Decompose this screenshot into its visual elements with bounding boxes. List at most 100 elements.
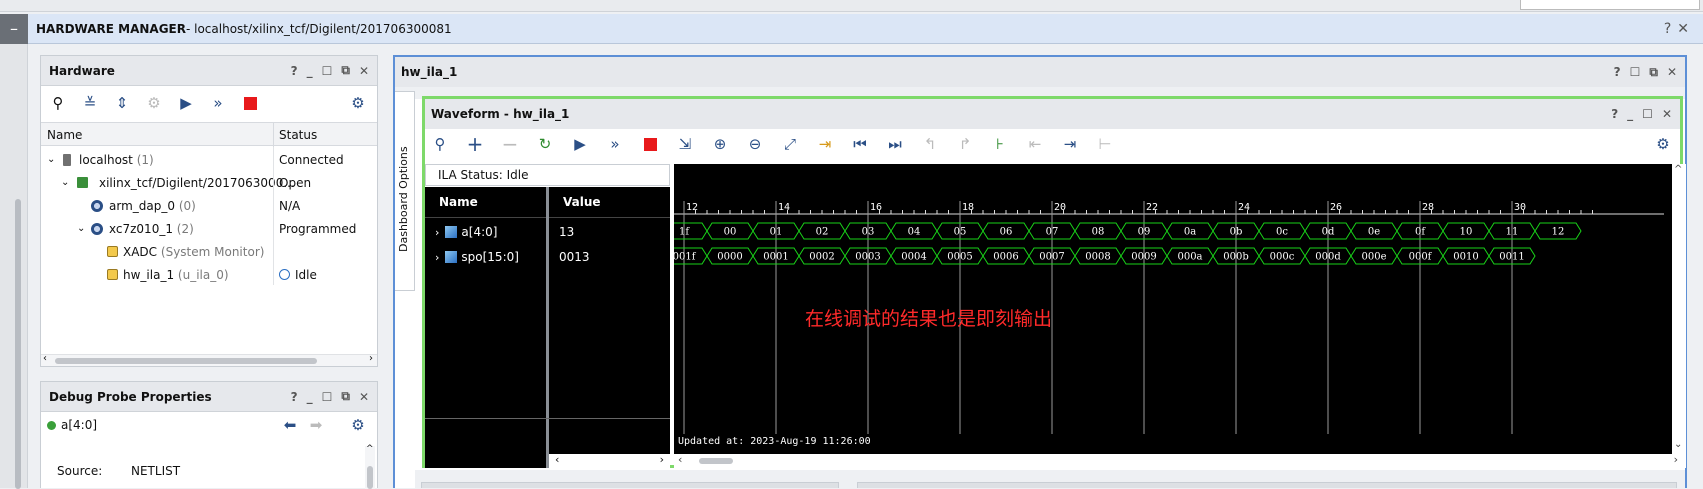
debug-vscrollbar[interactable]: ^ <box>365 444 375 489</box>
search-icon[interactable]: ⚲ <box>47 92 69 114</box>
scroll-thumb[interactable] <box>367 466 373 489</box>
chevron-down-icon[interactable]: ⌄ <box>77 223 85 234</box>
scroll-left-icon[interactable]: ‹ <box>43 353 47 364</box>
maximize-icon[interactable]: ☐ <box>1630 65 1641 79</box>
close-icon[interactable]: ✕ <box>359 64 369 78</box>
bus-a-value-label: 10 <box>1460 227 1473 238</box>
export-icon[interactable]: ⇲ <box>674 133 696 155</box>
tree-row-arm-dap[interactable]: arm_dap_0 (0) N/A <box>41 193 377 218</box>
go-to-start-icon[interactable]: ⏮ <box>849 133 871 155</box>
idle-status-icon <box>279 269 290 280</box>
scroll-thumb[interactable] <box>55 358 317 364</box>
minimize-icon[interactable]: _ <box>1627 107 1633 121</box>
tree-row-localhost[interactable]: ⌄ localhost (1) Connected <box>41 147 377 172</box>
zoom-fit-icon[interactable]: ⤢ <box>779 133 801 155</box>
search-box-remnant[interactable] <box>1520 0 1700 10</box>
bus-icon <box>445 226 458 238</box>
signal-row-a[interactable]: › a[4:0] <box>425 220 546 244</box>
chevron-down-icon[interactable]: ⌄ <box>61 177 69 188</box>
left-scrollbar-thumb[interactable] <box>15 199 21 489</box>
run-immediate-icon[interactable]: » <box>604 133 626 155</box>
col-name[interactable]: Name <box>47 128 82 142</box>
back-arrow-icon[interactable]: ⬅ <box>279 414 301 436</box>
bus-spo-value-label: 000f <box>1409 252 1433 263</box>
chevron-down-icon[interactable]: ⌄ <box>47 154 55 165</box>
scroll-left-icon[interactable]: ‹ <box>678 453 682 466</box>
close-icon[interactable]: ✕ <box>1677 21 1689 37</box>
expand-all-icon[interactable]: ⇕ <box>111 92 133 114</box>
settings-gear-icon[interactable]: ⚙ <box>1652 133 1674 155</box>
ila-tab-title[interactable]: hw_ila_1 <box>401 65 457 79</box>
waveform-toolbar: ⚲ + − ↻ ▶ » ⇲ ⊕ ⊖ ⤢ ⇥ ⏮ ⏭ ↰ ↱ ⊦ ⇤ ⇥ ⊢ <box>429 133 1116 155</box>
col-status[interactable]: Status <box>279 128 317 142</box>
minimize-icon[interactable]: _ <box>307 390 313 404</box>
run-trigger-icon[interactable]: ▶ <box>569 133 591 155</box>
zoom-out-icon[interactable]: ⊖ <box>744 133 766 155</box>
help-icon[interactable]: ? <box>1614 65 1621 79</box>
bottom-tab-left[interactable] <box>421 482 839 488</box>
help-icon[interactable]: ? <box>291 390 298 404</box>
scroll-right-icon[interactable]: › <box>660 453 664 466</box>
search-icon[interactable]: ⚲ <box>429 133 451 155</box>
settings-gear-icon[interactable]: ⚙ <box>347 414 369 436</box>
bus-spo-value-label: 0005 <box>947 252 972 263</box>
minimize-icon[interactable]: _ <box>307 64 313 78</box>
maximize-icon[interactable]: ☐ <box>322 390 333 404</box>
float-icon[interactable]: ⧉ <box>341 389 350 404</box>
dashboard-options-tab[interactable]: Dashboard Options <box>395 91 415 291</box>
scroll-down-icon[interactable]: ⌄ <box>1674 439 1682 450</box>
close-icon[interactable]: ✕ <box>1667 65 1677 79</box>
chevron-right-icon[interactable]: › <box>435 251 439 264</box>
tree-row-device[interactable]: ⌄ xc7z010_1 (2) Programmed <box>41 216 377 241</box>
scroll-left-icon[interactable]: ‹ <box>555 453 559 466</box>
maximize-icon[interactable]: ☐ <box>322 64 333 78</box>
chevron-right-icon[interactable]: › <box>435 226 439 239</box>
bus-a-value-label: 0d <box>1322 227 1335 238</box>
go-to-cursor-icon[interactable]: ⇥ <box>814 133 836 155</box>
signal-row-spo[interactable]: › spo[15:0] <box>425 245 546 269</box>
help-icon[interactable]: ? <box>291 64 298 78</box>
value-column-header[interactable]: Value <box>549 187 670 218</box>
refresh-icon[interactable]: ↻ <box>534 133 556 155</box>
bus-spo-value-label: 0003 <box>855 252 880 263</box>
name-column-header[interactable]: Name <box>425 187 546 218</box>
tree-row-ila[interactable]: hw_ila_1 (u_ila_0) Idle <box>41 262 377 287</box>
go-to-end-icon[interactable]: ⏭ <box>884 133 906 155</box>
next-marker-icon[interactable]: ⇥ <box>1059 133 1081 155</box>
maximize-icon[interactable]: ☐ <box>1642 107 1653 121</box>
waveform-vscrollbar[interactable]: ^ ⌄ <box>1672 164 1686 454</box>
close-icon[interactable]: ✕ <box>1662 107 1672 121</box>
help-icon[interactable]: ? <box>1664 21 1671 37</box>
bus-a-value-label: 0f <box>1415 227 1426 238</box>
float-icon[interactable]: ⧉ <box>341 63 350 78</box>
settings-gear-icon[interactable]: ⚙ <box>347 92 369 114</box>
stop-icon[interactable] <box>239 92 261 114</box>
scroll-up-icon[interactable]: ^ <box>1674 164 1682 175</box>
name-value-splitter[interactable] <box>546 187 549 468</box>
add-icon[interactable]: + <box>464 133 486 155</box>
collapse-all-icon[interactable]: ≚ <box>79 92 101 114</box>
remove-icon: − <box>501 132 519 156</box>
hardware-hscrollbar[interactable]: ‹ › <box>41 353 377 366</box>
run-trigger-icon[interactable]: ▶ <box>175 92 197 114</box>
bus-a-value-label: 1f <box>679 227 690 238</box>
time-tick-label: 14 <box>778 202 790 213</box>
float-icon[interactable]: ⧉ <box>1649 65 1658 80</box>
collapse-button[interactable]: – <box>0 13 28 44</box>
bottom-tab-right[interactable] <box>857 482 1677 488</box>
tree-row-target[interactable]: ⌄ xilinx_tcf/Digilent/2017063000... Open <box>41 170 377 195</box>
help-icon[interactable]: ? <box>1611 107 1618 121</box>
close-icon[interactable]: ✕ <box>359 390 369 404</box>
scroll-up-icon[interactable]: ^ <box>366 444 374 454</box>
name-hscrollbar[interactable]: ‹ › <box>549 453 670 468</box>
stop-icon[interactable] <box>639 133 661 155</box>
waveform-hscrollbar[interactable]: ‹ › <box>674 453 1686 468</box>
scroll-right-icon[interactable]: › <box>369 353 373 364</box>
zoom-in-icon[interactable]: ⊕ <box>709 133 731 155</box>
tree-row-xadc[interactable]: XADC (System Monitor) <box>41 239 377 264</box>
bus-spo-value-label: 0007 <box>1039 252 1064 263</box>
add-marker-icon[interactable]: ⊦ <box>989 133 1011 155</box>
run-immediate-icon[interactable]: » <box>207 92 229 114</box>
scroll-thumb[interactable] <box>699 458 733 464</box>
scroll-right-icon[interactable]: › <box>1674 453 1678 466</box>
